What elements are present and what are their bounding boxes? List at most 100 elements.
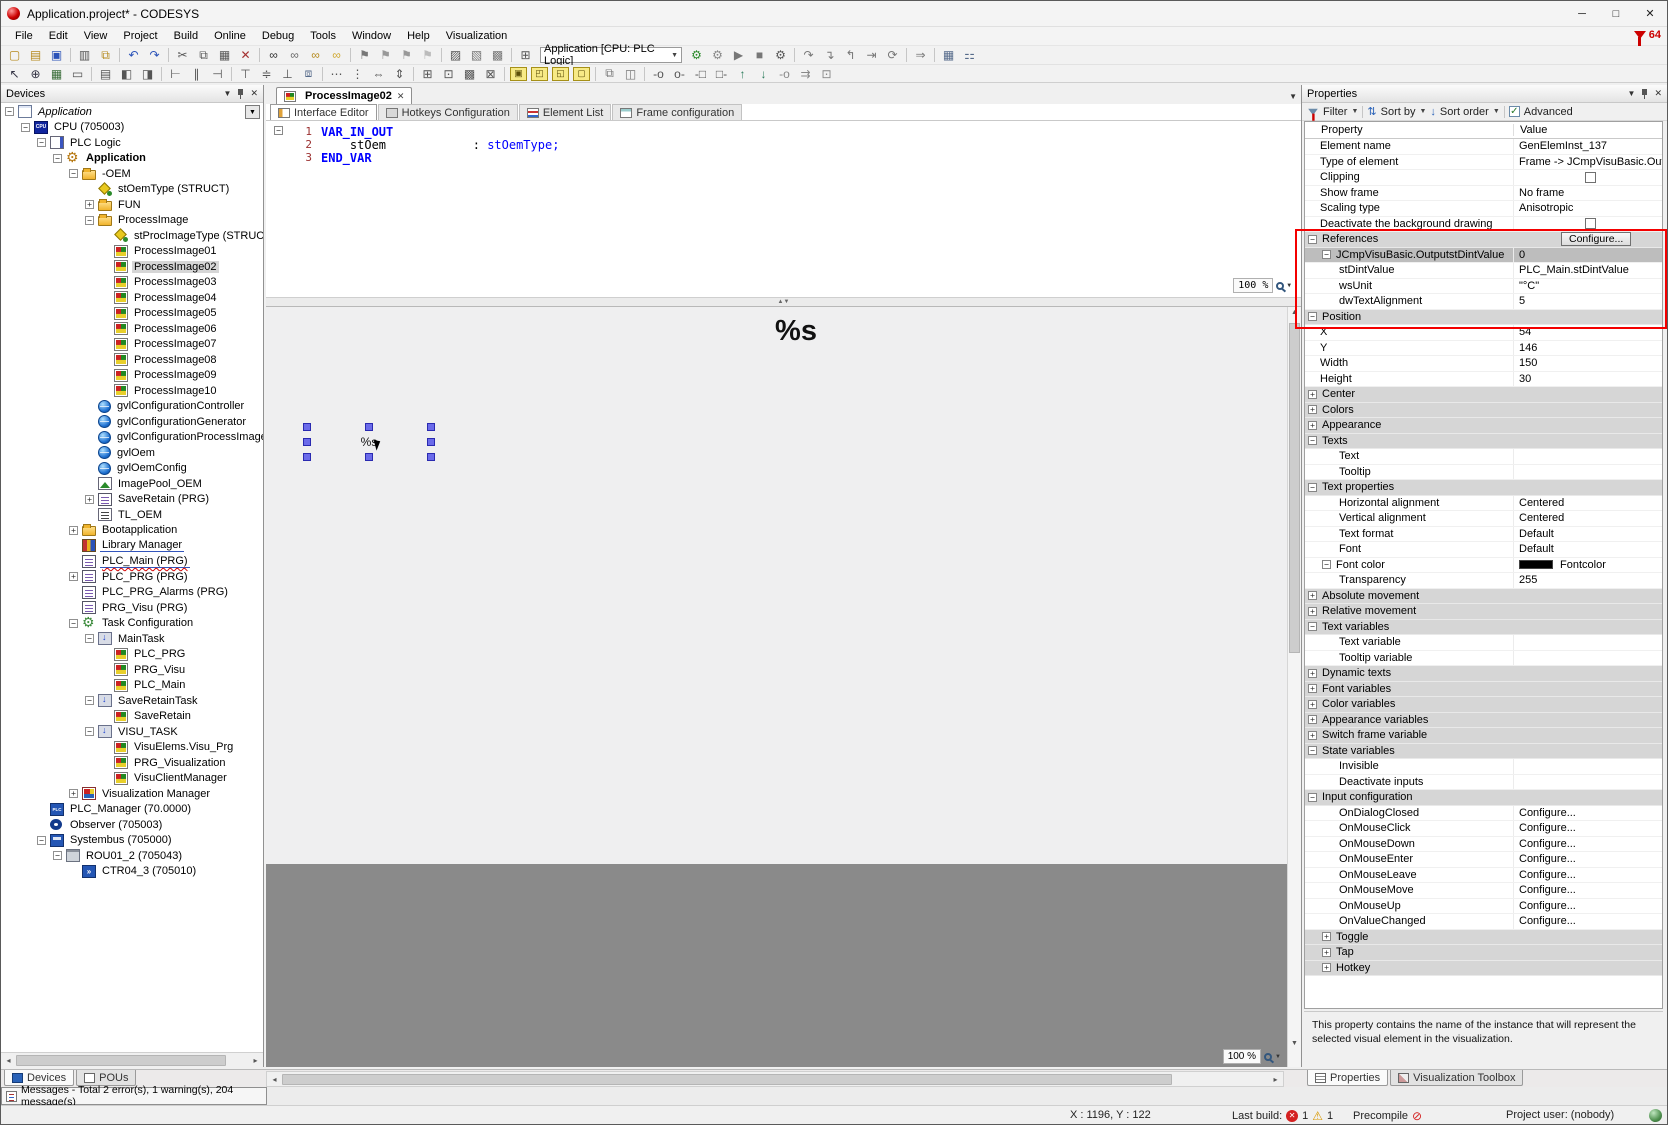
undo-button[interactable]: ↶ <box>123 47 144 64</box>
property-row-width[interactable]: Width150 <box>1305 356 1662 372</box>
subtab-interface-editor[interactable]: Interface Editor <box>270 104 377 120</box>
property-row-transparency[interactable]: Transparency255 <box>1305 573 1662 589</box>
tree-item-processimage07[interactable]: ProcessImage07 <box>1 337 263 353</box>
property-value-deactivate-inputs[interactable] <box>1513 775 1662 790</box>
property-value-horizontal-alignment[interactable]: Centered <box>1513 496 1662 511</box>
magnifier-icon[interactable] <box>1276 282 1284 290</box>
scroll-right-icon[interactable]: ▸ <box>248 1056 263 1065</box>
new-project-button[interactable]: ▢ <box>4 47 25 64</box>
expand-icon[interactable]: + <box>1322 963 1331 972</box>
property-value-width[interactable]: 150 <box>1513 356 1662 371</box>
select-mode-button[interactable]: ↖ <box>4 65 25 82</box>
align-top-button[interactable]: ⊤ <box>235 65 256 82</box>
property-value-jcmpvisubasic-outputstdintvalue[interactable]: 0 <box>1513 248 1662 263</box>
property-row-onmouseclick[interactable]: OnMouseClickConfigure... <box>1305 821 1662 837</box>
menu-debug[interactable]: Debug <box>254 27 302 45</box>
tree-item-systembus-705000[interactable]: −Systembus (705000) <box>1 833 263 849</box>
align-vertical-center-button[interactable]: ∥ <box>186 65 207 82</box>
align-horizontal-center-button[interactable]: ≑ <box>256 65 277 82</box>
frame-selection-button[interactable]: ▭ <box>67 65 88 82</box>
update-devices-button[interactable]: ⊞ <box>515 47 536 64</box>
tree-item-stprocimagetype-struct[interactable]: stProcImageType (STRUCT) <box>1 228 263 244</box>
property-value-height[interactable]: 30 <box>1513 372 1662 387</box>
property-row-scaling-type[interactable]: Scaling typeAnisotropic <box>1305 201 1662 217</box>
print-button[interactable]: ▥ <box>74 47 95 64</box>
property-row-colors[interactable]: +Colors <box>1305 403 1662 419</box>
decrease-horizontal-spacing-button[interactable]: ⇕ <box>389 65 410 82</box>
step-out-button[interactable]: ↰ <box>840 47 861 64</box>
property-value-vertical-alignment[interactable]: Centered <box>1513 511 1662 526</box>
tree-item-tl-oem[interactable]: TL_OEM <box>1 507 263 523</box>
code-line[interactable]: END_VAR <box>321 151 372 164</box>
tree-item-processimage05[interactable]: ProcessImage05 <box>1 306 263 322</box>
login-button[interactable]: ⚙ <box>686 47 707 64</box>
tree-item-gvlconfigurationprocessimage[interactable]: gvlConfigurationProcessImage <box>1 430 263 446</box>
expand-icon[interactable]: + <box>1308 669 1317 678</box>
expand-icon[interactable]: + <box>69 789 78 798</box>
property-row-clipping[interactable]: Clipping <box>1305 170 1662 186</box>
property-value-tooltip[interactable] <box>1513 465 1662 480</box>
property-value-text-variable[interactable] <box>1513 635 1662 650</box>
collapse-icon[interactable]: − <box>1308 793 1317 802</box>
tree-item-processimage06[interactable]: ProcessImage06 <box>1 321 263 337</box>
snap-grid-button[interactable]: ⊡ <box>438 65 459 82</box>
tree-item-processimage03[interactable]: ProcessImage03 <box>1 275 263 291</box>
expand-icon[interactable]: + <box>69 572 78 581</box>
property-row-switch-frame-variable[interactable]: +Switch frame variable <box>1305 728 1662 744</box>
anchor-top-button[interactable]: o- <box>669 65 690 82</box>
visualization-settings-button[interactable]: ⊕ <box>25 65 46 82</box>
tree-item-fun[interactable]: +FUN <box>1 197 263 213</box>
property-value-ondialogclosed[interactable]: Configure... <box>1513 806 1662 821</box>
property-row-ondialogclosed[interactable]: OnDialogClosedConfigure... <box>1305 806 1662 822</box>
canvas-vscroll-thumb[interactable] <box>1289 323 1300 653</box>
property-value-y[interactable]: 146 <box>1513 341 1662 356</box>
property-row-toggle[interactable]: +Toggle <box>1305 930 1662 946</box>
property-row-onmousemove[interactable]: OnMouseMoveConfigure... <box>1305 883 1662 899</box>
property-row-text-properties[interactable]: −Text properties <box>1305 480 1662 496</box>
group-button[interactable]: ⧉ <box>599 65 620 82</box>
configure-button[interactable]: Configure... <box>1561 232 1631 246</box>
find-button[interactable]: ∞ <box>263 47 284 64</box>
property-row-tooltip[interactable]: Tooltip <box>1305 465 1662 481</box>
tree-item-plc-manager-70-0000[interactable]: PLCPLC_Manager (70.0000) <box>1 802 263 818</box>
property-value-element-name[interactable]: GenElemInst_137 <box>1513 139 1662 154</box>
menu-window[interactable]: Window <box>344 27 399 45</box>
flow-control-button[interactable]: ▦ <box>938 47 959 64</box>
tree-item-gvloem[interactable]: gvlOem <box>1 445 263 461</box>
tree-item-gvlconfigurationcontroller[interactable]: gvlConfigurationController <box>1 399 263 415</box>
checkbox-unchecked[interactable] <box>1585 172 1596 183</box>
increase-horizontal-spacing-button[interactable]: ⇔ <box>368 65 389 82</box>
property-row-onmouseenter[interactable]: OnMouseEnterConfigure... <box>1305 852 1662 868</box>
sort-order-label[interactable]: Sort order <box>1440 106 1489 118</box>
filter-label[interactable]: Filter <box>1323 106 1347 118</box>
property-value-stdintvalue[interactable]: PLC_Main.stDintValue <box>1513 263 1662 278</box>
make-same-size-button[interactable]: ⧈ <box>298 65 319 82</box>
menu-edit[interactable]: Edit <box>41 27 76 45</box>
tree-item-stoemtype-struct[interactable]: stOemType (STRUCT) <box>1 182 263 198</box>
panel-tab-properties[interactable]: Properties <box>1307 1070 1388 1086</box>
property-row-y[interactable]: Y146 <box>1305 341 1662 357</box>
tree-item-processimage[interactable]: −ProcessImage <box>1 213 263 229</box>
tree-item-plc-prg-alarms-prg[interactable]: PLC_PRG_Alarms (PRG) <box>1 585 263 601</box>
anchor-bottom-button[interactable]: □- <box>711 65 732 82</box>
collapse-icon[interactable]: − <box>85 634 94 643</box>
frame-placeholder-text[interactable]: %s <box>736 315 856 348</box>
element-grid-button[interactable]: ▦ <box>46 65 67 82</box>
collapse-icon[interactable]: − <box>85 216 94 225</box>
property-row-font-color[interactable]: −Font colorFontcolor <box>1305 558 1662 574</box>
copy-project-button[interactable]: ⧉ <box>95 47 116 64</box>
property-row-absolute-movement[interactable]: +Absolute movement <box>1305 589 1662 605</box>
property-row-onval-uechanged[interactable]: OnVal­ueChangedConfigure... <box>1305 914 1662 930</box>
filter-dropdown-icon[interactable]: ▼ <box>1351 108 1358 115</box>
property-row-wsunit[interactable]: wsUnit"°C" <box>1305 279 1662 295</box>
collapse-icon[interactable]: − <box>37 836 46 845</box>
property-row-hotkey[interactable]: +Hotkey <box>1305 961 1662 977</box>
toggle-bookmark-button[interactable]: ⚑ <box>354 47 375 64</box>
property-row-color-variables[interactable]: +Color variables <box>1305 697 1662 713</box>
value-column-header[interactable]: Value <box>1513 124 1662 136</box>
tree-item-processimage04[interactable]: ProcessImage04 <box>1 290 263 306</box>
property-value-onmouseenter[interactable]: Configure... <box>1513 852 1662 867</box>
panel-tab-visualization-toolbox[interactable]: Visualization Toolbox <box>1390 1070 1523 1086</box>
start-button[interactable]: ▶ <box>728 47 749 64</box>
menu-online[interactable]: Online <box>206 27 254 45</box>
